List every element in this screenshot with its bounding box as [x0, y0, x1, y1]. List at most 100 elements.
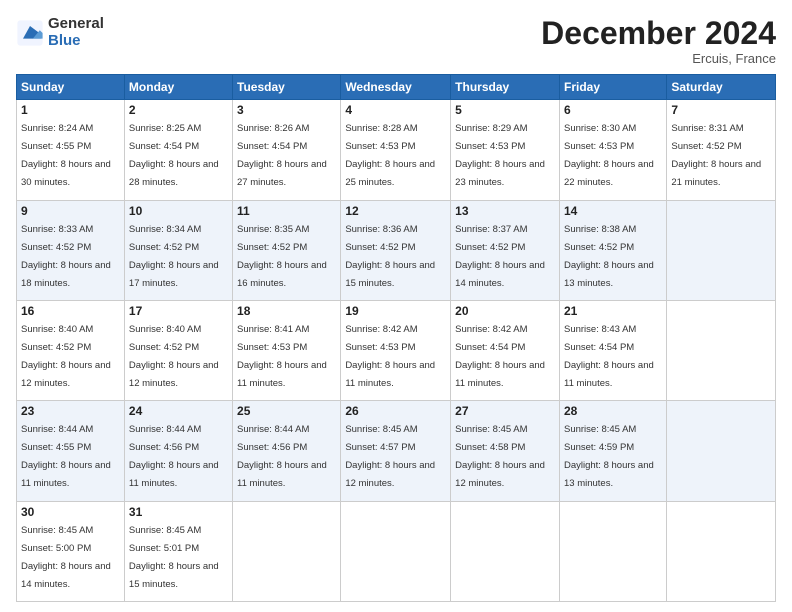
col-header-saturday: Saturday	[667, 75, 776, 100]
day-number: 1	[21, 103, 120, 117]
calendar-cell: 1 Sunrise: 8:24 AMSunset: 4:55 PMDaylight…	[17, 100, 125, 200]
calendar-cell: 30 Sunrise: 8:45 AMSunset: 5:00 PMDayligh…	[17, 501, 125, 601]
calendar-cell: 24 Sunrise: 8:44 AMSunset: 4:56 PMDayligh…	[124, 401, 232, 501]
day-info: Sunrise: 8:28 AMSunset: 4:53 PMDaylight:…	[345, 123, 435, 188]
logo-general: General	[48, 16, 104, 33]
calendar-week-row: 9 Sunrise: 8:33 AMSunset: 4:52 PMDaylight…	[17, 200, 776, 300]
day-number: 9	[21, 204, 120, 218]
calendar-cell: 20 Sunrise: 8:42 AMSunset: 4:54 PMDayligh…	[451, 300, 560, 400]
calendar-cell	[233, 501, 341, 601]
calendar-week-row: 30 Sunrise: 8:45 AMSunset: 5:00 PMDayligh…	[17, 501, 776, 601]
calendar-header-row: SundayMondayTuesdayWednesdayThursdayFrid…	[17, 75, 776, 100]
month-title: December 2024	[541, 16, 776, 51]
calendar-cell: 10 Sunrise: 8:34 AMSunset: 4:52 PMDayligh…	[124, 200, 232, 300]
day-number: 19	[345, 304, 446, 318]
day-info: Sunrise: 8:33 AMSunset: 4:52 PMDaylight:…	[21, 224, 111, 289]
logo-blue: Blue	[48, 33, 104, 50]
day-number: 16	[21, 304, 120, 318]
day-info: Sunrise: 8:34 AMSunset: 4:52 PMDaylight:…	[129, 224, 219, 289]
day-info: Sunrise: 8:45 AMSunset: 4:57 PMDaylight:…	[345, 424, 435, 489]
day-info: Sunrise: 8:44 AMSunset: 4:56 PMDaylight:…	[237, 424, 327, 489]
calendar-cell	[667, 401, 776, 501]
col-header-thursday: Thursday	[451, 75, 560, 100]
calendar-cell	[667, 300, 776, 400]
logo-icon	[16, 19, 44, 47]
day-number: 2	[129, 103, 228, 117]
day-number: 23	[21, 404, 120, 418]
calendar-cell: 7Sunrise: 8:31 AMSunset: 4:52 PMDaylight…	[667, 100, 776, 200]
day-info: Sunrise: 8:26 AMSunset: 4:54 PMDaylight:…	[237, 123, 327, 188]
logo: General Blue	[16, 16, 104, 49]
day-number: 14	[564, 204, 662, 218]
calendar-week-row: 23 Sunrise: 8:44 AMSunset: 4:55 PMDayligh…	[17, 401, 776, 501]
day-info: Sunrise: 8:42 AMSunset: 4:54 PMDaylight:…	[455, 324, 545, 389]
day-info: Sunrise: 8:45 AMSunset: 5:00 PMDaylight:…	[21, 525, 111, 590]
day-info: Sunrise: 8:31 AMSunset: 4:52 PMDaylight:…	[671, 123, 761, 188]
day-info: Sunrise: 8:35 AMSunset: 4:52 PMDaylight:…	[237, 224, 327, 289]
calendar-cell: 5 Sunrise: 8:29 AMSunset: 4:53 PMDaylight…	[451, 100, 560, 200]
day-number: 30	[21, 505, 120, 519]
day-number: 10	[129, 204, 228, 218]
calendar-cell	[667, 200, 776, 300]
col-header-sunday: Sunday	[17, 75, 125, 100]
calendar-cell: 26 Sunrise: 8:45 AMSunset: 4:57 PMDayligh…	[341, 401, 451, 501]
day-info: Sunrise: 8:24 AMSunset: 4:55 PMDaylight:…	[21, 123, 111, 188]
calendar-week-row: 1 Sunrise: 8:24 AMSunset: 4:55 PMDaylight…	[17, 100, 776, 200]
day-info: Sunrise: 8:44 AMSunset: 4:55 PMDaylight:…	[21, 424, 111, 489]
calendar-cell: 28 Sunrise: 8:45 AMSunset: 4:59 PMDayligh…	[559, 401, 666, 501]
calendar-cell: 9 Sunrise: 8:33 AMSunset: 4:52 PMDaylight…	[17, 200, 125, 300]
day-info: Sunrise: 8:43 AMSunset: 4:54 PMDaylight:…	[564, 324, 654, 389]
day-number: 18	[237, 304, 336, 318]
col-header-wednesday: Wednesday	[341, 75, 451, 100]
day-info: Sunrise: 8:38 AMSunset: 4:52 PMDaylight:…	[564, 224, 654, 289]
day-number: 17	[129, 304, 228, 318]
calendar-cell	[451, 501, 560, 601]
calendar-cell: 18 Sunrise: 8:41 AMSunset: 4:53 PMDayligh…	[233, 300, 341, 400]
calendar-cell: 11 Sunrise: 8:35 AMSunset: 4:52 PMDayligh…	[233, 200, 341, 300]
calendar-cell: 13 Sunrise: 8:37 AMSunset: 4:52 PMDayligh…	[451, 200, 560, 300]
day-info: Sunrise: 8:37 AMSunset: 4:52 PMDaylight:…	[455, 224, 545, 289]
day-info: Sunrise: 8:41 AMSunset: 4:53 PMDaylight:…	[237, 324, 327, 389]
calendar-cell: 21 Sunrise: 8:43 AMSunset: 4:54 PMDayligh…	[559, 300, 666, 400]
day-number: 21	[564, 304, 662, 318]
calendar: SundayMondayTuesdayWednesdayThursdayFrid…	[16, 74, 776, 602]
day-info: Sunrise: 8:29 AMSunset: 4:53 PMDaylight:…	[455, 123, 545, 188]
day-number: 24	[129, 404, 228, 418]
calendar-cell: 25 Sunrise: 8:44 AMSunset: 4:56 PMDayligh…	[233, 401, 341, 501]
day-number: 5	[455, 103, 555, 117]
calendar-cell: 4 Sunrise: 8:28 AMSunset: 4:53 PMDaylight…	[341, 100, 451, 200]
calendar-cell	[559, 501, 666, 601]
calendar-cell: 17Sunrise: 8:40 AMSunset: 4:52 PMDayligh…	[124, 300, 232, 400]
day-number: 6	[564, 103, 662, 117]
day-info: Sunrise: 8:44 AMSunset: 4:56 PMDaylight:…	[129, 424, 219, 489]
title-block: December 2024 Ercuis, France	[541, 16, 776, 66]
day-number: 28	[564, 404, 662, 418]
location: Ercuis, France	[541, 51, 776, 66]
day-number: 11	[237, 204, 336, 218]
day-number: 20	[455, 304, 555, 318]
calendar-cell: 3 Sunrise: 8:26 AMSunset: 4:54 PMDaylight…	[233, 100, 341, 200]
col-header-monday: Monday	[124, 75, 232, 100]
calendar-cell: 16Sunrise: 8:40 AMSunset: 4:52 PMDayligh…	[17, 300, 125, 400]
calendar-cell: 14 Sunrise: 8:38 AMSunset: 4:52 PMDayligh…	[559, 200, 666, 300]
calendar-cell: 12Sunrise: 8:36 AMSunset: 4:52 PMDayligh…	[341, 200, 451, 300]
day-number: 4	[345, 103, 446, 117]
calendar-cell: 23 Sunrise: 8:44 AMSunset: 4:55 PMDayligh…	[17, 401, 125, 501]
day-info: Sunrise: 8:25 AMSunset: 4:54 PMDaylight:…	[129, 123, 219, 188]
day-number: 13	[455, 204, 555, 218]
calendar-cell	[341, 501, 451, 601]
day-number: 27	[455, 404, 555, 418]
day-number: 26	[345, 404, 446, 418]
day-info: Sunrise: 8:45 AMSunset: 5:01 PMDaylight:…	[129, 525, 219, 590]
calendar-cell: 2 Sunrise: 8:25 AMSunset: 4:54 PMDaylight…	[124, 100, 232, 200]
col-header-friday: Friday	[559, 75, 666, 100]
calendar-cell: 19 Sunrise: 8:42 AMSunset: 4:53 PMDayligh…	[341, 300, 451, 400]
day-number: 12	[345, 204, 446, 218]
day-number: 25	[237, 404, 336, 418]
calendar-cell: 31Sunrise: 8:45 AMSunset: 5:01 PMDayligh…	[124, 501, 232, 601]
page: General Blue December 2024 Ercuis, Franc…	[0, 0, 792, 612]
day-info: Sunrise: 8:42 AMSunset: 4:53 PMDaylight:…	[345, 324, 435, 389]
day-info: Sunrise: 8:45 AMSunset: 4:59 PMDaylight:…	[564, 424, 654, 489]
day-number: 3	[237, 103, 336, 117]
day-info: Sunrise: 8:45 AMSunset: 4:58 PMDaylight:…	[455, 424, 545, 489]
